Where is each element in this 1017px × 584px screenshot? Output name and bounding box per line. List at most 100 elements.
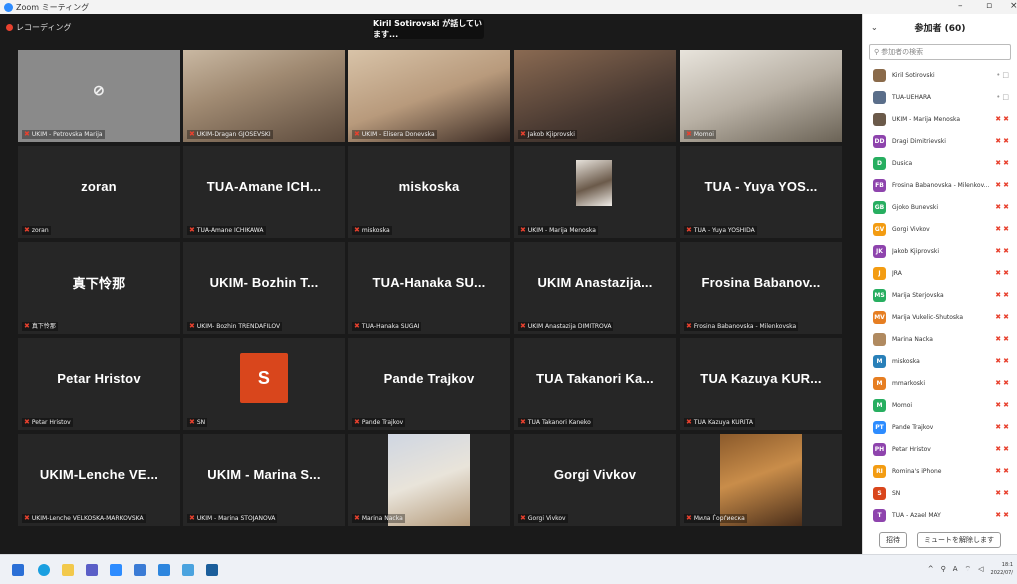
chevron-down-icon[interactable]: ⌄ (871, 23, 878, 32)
wifi-icon[interactable]: ⌔ (965, 565, 972, 574)
ime-icon[interactable]: A (953, 565, 958, 573)
participant-row[interactable]: T TUA - Azael MAY ✖✖ (863, 504, 1017, 526)
video-tile[interactable]: UKIM Anastazija... ✖ UKIM Anastazija DIMIT… (514, 242, 676, 334)
unmute-all-button[interactable]: ミュートを解除します (917, 532, 1001, 548)
mic-video-icon: •□ (996, 93, 1011, 101)
muted-mic-icon: ✖ (354, 226, 360, 234)
folder-icon[interactable] (62, 564, 74, 576)
video-tile[interactable]: TUA-Amane ICH... ✖ TUA-Amane ICHIKAWA (183, 146, 345, 238)
window-title: Zoom ミーティング (16, 2, 90, 12)
recording-indicator[interactable]: レコーディング (6, 22, 71, 33)
app3-icon[interactable] (206, 564, 218, 576)
video-tile[interactable]: ✖ Мила Ѓорѓиеска (680, 434, 842, 526)
participant-name: UKIM - Petrovska Marija (31, 131, 103, 138)
app-icon[interactable] (158, 564, 170, 576)
participant-video (183, 50, 345, 142)
participant-row[interactable]: M Momoi ✖✖ (863, 394, 1017, 416)
avatar: T (873, 508, 886, 522)
participant-display-name: UKIM Anastazija... (537, 274, 653, 290)
volume-icon[interactable]: ◁ (978, 565, 983, 573)
muted-mic-video-off-icon: ✖✖ (995, 335, 1011, 343)
video-tile[interactable]: ✖ UKIM - Marija Menoska (514, 146, 676, 238)
video-tile[interactable]: UKIM - Marina S... ✖ UKIM - Marina STOJANO… (183, 434, 345, 526)
participant-row[interactable]: DD Dragi Dimitrievski ✖✖ (863, 130, 1017, 152)
participant-search-input[interactable]: ⚲ 参加者の検索 (869, 44, 1011, 60)
video-tile[interactable]: ✖ UKIM-Dragan GJOSEVSKI (183, 50, 345, 142)
photos-icon[interactable] (134, 564, 146, 576)
muted-mic-video-off-icon: ✖✖ (995, 181, 1011, 189)
muted-mic-video-off-icon: ✖✖ (995, 247, 1011, 255)
muted-mic-icon: ✖ (520, 418, 526, 426)
participant-display-name: TUA Takanori Ka... (536, 370, 654, 386)
muted-mic-icon: ✖ (520, 322, 526, 330)
muted-mic-video-off-icon: ✖✖ (995, 291, 1011, 299)
video-tile[interactable]: ✖ UKIM - Elisera Donevska (348, 50, 510, 142)
chevron-up-icon[interactable]: ^ (928, 565, 934, 573)
participant-row[interactable]: PT Pande Trajkov ✖✖ (863, 416, 1017, 438)
participant-row[interactable]: Mmiskoska ✖✖ (863, 350, 1017, 372)
clock[interactable]: 18:1 2022/07/ (991, 561, 1013, 577)
video-tile[interactable]: S ✖ SN (183, 338, 345, 430)
minimize-button[interactable]: – (958, 1, 963, 11)
participant-row[interactable]: JK Jakob Kjiprovski ✖✖ (863, 240, 1017, 262)
participant-name-label: ✖ Momoi (684, 130, 716, 139)
zoom-taskbar-icon[interactable] (110, 564, 122, 576)
video-tile[interactable]: ⊘ ✖ UKIM - Petrovska Marija (18, 50, 180, 142)
participant-row[interactable]: GB Gjoko Bunevski ✖✖ (863, 196, 1017, 218)
video-tile[interactable]: TUA - Yuya YOS... ✖ TUA - Yuya YOSHIDA (680, 146, 842, 238)
participant-name-label: ✖ Marina Nacka (352, 514, 405, 523)
participant-row[interactable]: TUA-UEHARA •□ (863, 86, 1017, 108)
participant-display-name: miskoska (398, 178, 460, 194)
participant-row[interactable]: D Dusica ✖✖ (863, 152, 1017, 174)
participant-display-name: zoran (81, 178, 117, 194)
video-tile[interactable]: ✖ Jakob Kjiprovski (514, 50, 676, 142)
video-tile[interactable]: TUA-Hanaka SU... ✖ TUA-Hanaka SUGAI (348, 242, 510, 334)
participant-row[interactable]: Mmmarkoski ✖✖ (863, 372, 1017, 394)
video-tile[interactable]: UKIM-Lenche VE... ✖ UKIM-Lenche VELKOSKA-M… (18, 434, 180, 526)
video-tile[interactable]: ✖ Momoi (680, 50, 842, 142)
teams-icon[interactable] (86, 564, 98, 576)
video-tile[interactable]: miskoska ✖ miskoska (348, 146, 510, 238)
muted-mic-video-off-icon: ✖✖ (995, 115, 1011, 123)
video-tile[interactable]: TUA Kazuya KUR... ✖ TUA Kazuya KURITA (680, 338, 842, 430)
muted-mic-icon: ✖ (520, 514, 526, 522)
participant-row[interactable]: J JRA ✖✖ (863, 262, 1017, 284)
participant-row[interactable]: Kiril Sotirovski •□ (863, 64, 1017, 86)
video-tile[interactable]: zoran ✖ zoran (18, 146, 180, 238)
participant-row[interactable]: S SN ✖✖ (863, 482, 1017, 504)
video-tile[interactable]: Pande Trajkov ✖ Pande Trajkov (348, 338, 510, 430)
close-button[interactable]: × (1010, 1, 1017, 11)
participant-row[interactable]: FB Frosina Babanovska - Milenkov... ✖✖ (863, 174, 1017, 196)
avatar: D (873, 156, 886, 170)
avatar-wrap: S (183, 338, 345, 418)
participant-name: Frosina Babanovska - Milenkov... (892, 181, 990, 189)
participant-row[interactable]: MS Marija Sterjovska ✖✖ (863, 284, 1017, 306)
edge-icon[interactable] (38, 564, 50, 576)
participant-name-label: ✖ Petar Hristov (22, 418, 73, 427)
participant-row[interactable]: Marina Nacka ✖✖ (863, 328, 1017, 350)
video-tile[interactable]: TUA Takanori Ka... ✖ TUA Takanori Kaneko (514, 338, 676, 430)
participant-row[interactable]: PH Petar Hristov ✖✖ (863, 438, 1017, 460)
invite-button[interactable]: 招待 (879, 532, 907, 548)
video-tile[interactable]: Petar Hristov ✖ Petar Hristov (18, 338, 180, 430)
participant-row[interactable]: MV Marija Vukelic-Shutoska ✖✖ (863, 306, 1017, 328)
participant-display-name: 真下怜那 (72, 275, 126, 291)
video-tile[interactable]: ✖ Marina Nacka (348, 434, 510, 526)
video-tile[interactable]: 真下怜那 ✖ 真下怜那 (18, 242, 180, 334)
video-tile[interactable]: Gorgi Vivkov ✖ Gorgi Vivkov (514, 434, 676, 526)
app2-icon[interactable] (182, 564, 194, 576)
avatar (873, 112, 886, 126)
participant-name-label: ✖ UKIM- Bozhin TRENDAFILOV (187, 322, 283, 331)
participant-row[interactable]: GV Gorgi Vivkov ✖✖ (863, 218, 1017, 240)
video-tile[interactable]: Frosina Babanov... ✖ Frosina Babanovska - … (680, 242, 842, 334)
participant-row[interactable]: UKIM - Marija Menoska ✖✖ (863, 108, 1017, 130)
participant-name: Jakob Kjiprovski (892, 247, 939, 255)
battery-icon[interactable]: ⚲ (941, 565, 946, 573)
participant-row[interactable]: RI Romina's iPhone ✖✖ (863, 460, 1017, 482)
participant-name: TUA Kazuya KURITA (693, 419, 753, 426)
start-icon[interactable] (12, 564, 24, 576)
participant-name: Marina Nacka (892, 335, 933, 343)
video-tile[interactable]: UKIM- Bozhin T... ✖ UKIM- Bozhin TRENDAFIL… (183, 242, 345, 334)
maximize-button[interactable]: ▫ (986, 1, 992, 11)
avatar (873, 68, 886, 82)
